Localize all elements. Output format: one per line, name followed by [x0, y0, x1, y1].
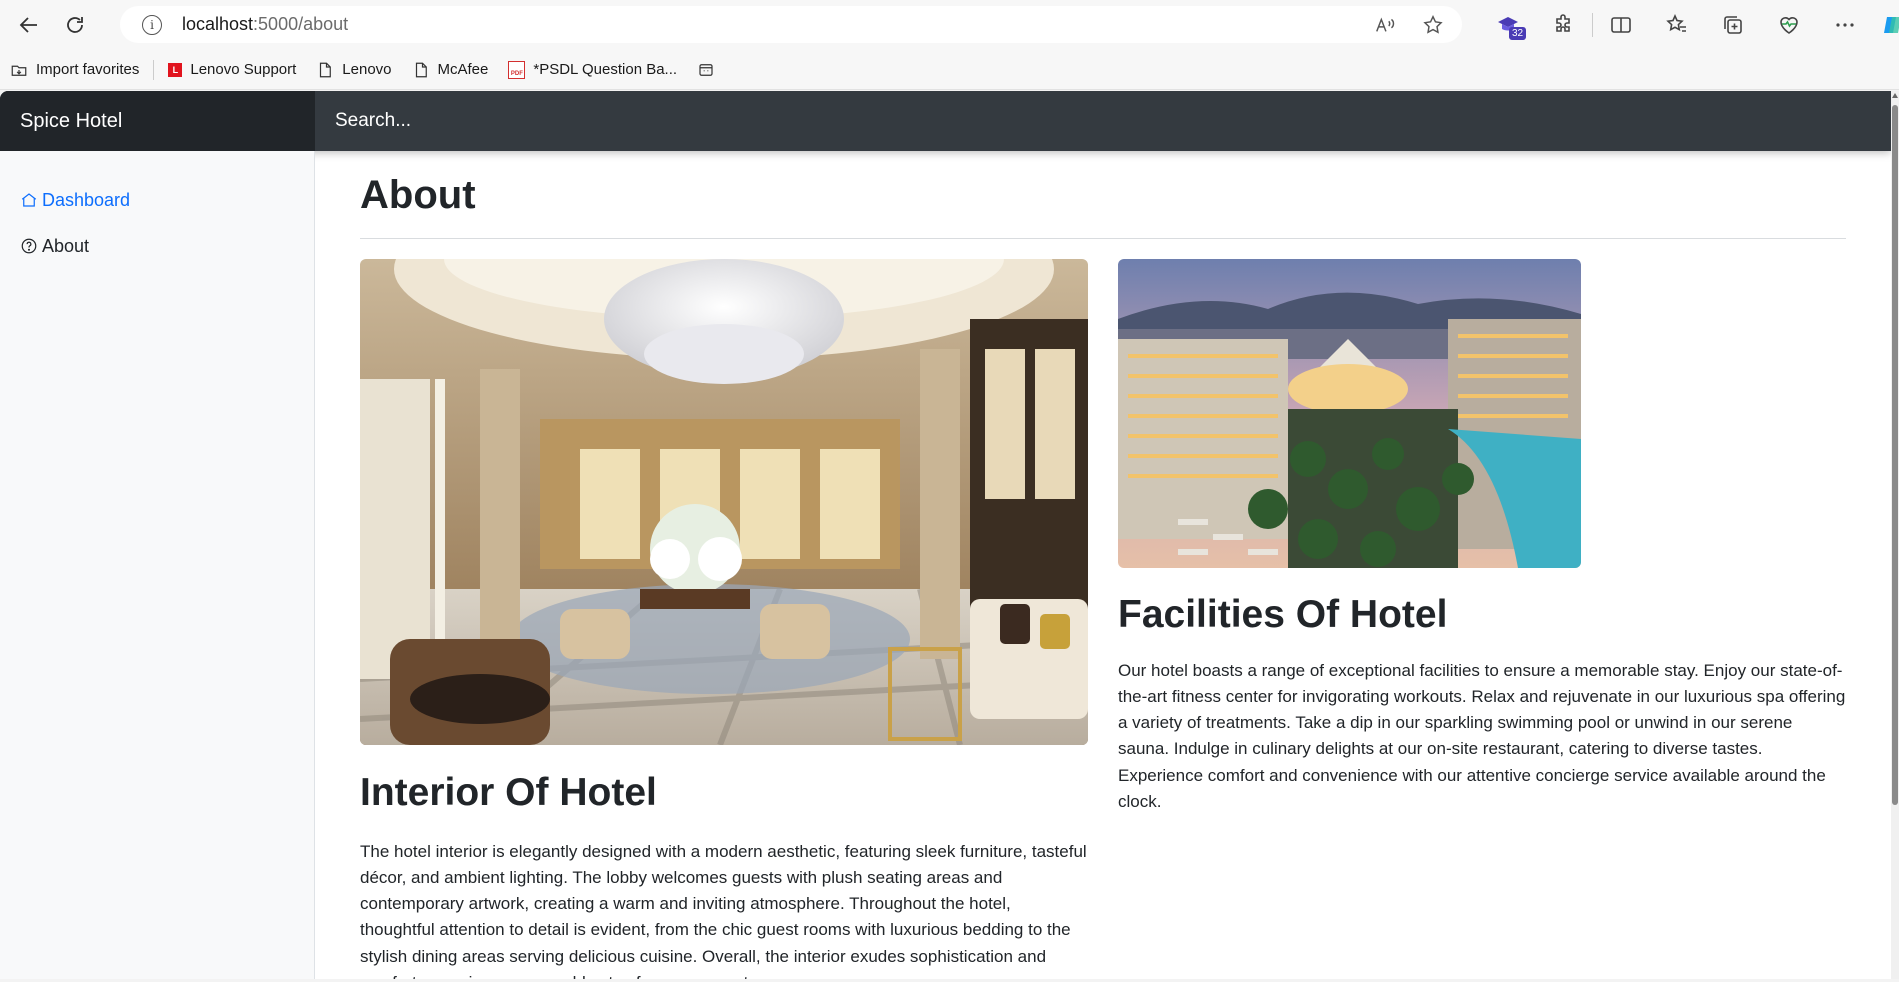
back-button[interactable] [9, 5, 49, 45]
site-info-icon[interactable]: i [142, 14, 162, 35]
search-input[interactable] [335, 110, 935, 132]
reload-button[interactable] [55, 5, 95, 45]
favorites-list-icon [1666, 14, 1686, 32]
bookmark-label: Lenovo Support [190, 61, 297, 78]
facilities-card: Facilities Of Hotel Our hotel boasts a r… [1118, 259, 1846, 815]
address-bar[interactable]: i localhost:5000/about [120, 6, 1462, 43]
bookmarks-bar: Import favorites L Lenovo Support Lenovo… [0, 50, 1899, 90]
collections-button[interactable] [1705, 0, 1761, 50]
copilot-icon [1884, 17, 1899, 33]
brand-link[interactable]: Spice Hotel [0, 91, 315, 151]
extension-button[interactable]: 32 [1480, 0, 1536, 50]
bookmark-lenovo[interactable]: Lenovo [316, 61, 392, 79]
search-area [315, 91, 1891, 151]
sidebar-item-label: Dashboard [42, 189, 131, 210]
scroll-up-icon[interactable] [1892, 93, 1898, 98]
read-aloud-icon[interactable] [1374, 14, 1396, 36]
bookmark-label: Lenovo [342, 61, 392, 78]
bookmark-label: *PSDL Question Ba... [533, 61, 678, 78]
bookmark-folder[interactable] [697, 61, 715, 79]
bookmark-lenovo-support[interactable]: L Lenovo Support [168, 61, 296, 78]
lenovo-icon: L [168, 62, 183, 77]
back-arrow-icon [19, 17, 37, 33]
app-navbar: Spice Hotel [0, 91, 1891, 151]
split-screen-button[interactable] [1593, 0, 1649, 50]
scroll-thumb[interactable] [1892, 105, 1898, 805]
interior-card: Interior Of Hotel The hotel interior is … [360, 259, 1088, 979]
favorite-star-icon[interactable] [1422, 14, 1444, 36]
facilities-heading: Facilities Of Hotel [1118, 593, 1448, 636]
collections-icon [1724, 16, 1742, 34]
page-scrollbar[interactable] [1891, 91, 1899, 979]
puzzle-icon [1556, 14, 1570, 32]
url-path: :5000/about [253, 14, 349, 34]
extensions-button[interactable] [1536, 0, 1592, 50]
bookmark-psdl[interactable]: PDF *PSDL Question Ba... [508, 60, 678, 79]
sidebar-item-about[interactable]: About [0, 223, 314, 269]
sidebar-item-label: About [42, 235, 90, 256]
pdf-icon: PDF [508, 60, 526, 79]
bookmark-mcafee[interactable]: McAfee [412, 61, 489, 79]
reload-icon [67, 17, 83, 33]
sidebar: Dashboard About [0, 151, 315, 979]
home-icon [21, 193, 37, 207]
import-icon [11, 65, 27, 76]
more-dots-icon [1836, 23, 1854, 27]
browser-essentials-button[interactable] [1761, 0, 1817, 50]
interior-text: The hotel interior is elegantly designed… [360, 841, 1087, 979]
bookmark-separator [153, 59, 155, 80]
main-content: About Interior Of Hotel The hotel interi… [360, 151, 1846, 979]
more-menu-button[interactable] [1817, 0, 1873, 50]
question-circle-icon [21, 238, 37, 254]
page-viewport: Spice Hotel Dashboard About About [0, 91, 1891, 979]
url-host: localhost [182, 14, 254, 34]
tab-group-icon [699, 63, 713, 76]
bookmark-import-favorites[interactable]: Import favorites [10, 61, 139, 79]
heart-pulse-icon [1780, 17, 1798, 34]
page-title: About [360, 173, 476, 217]
favorites-button[interactable] [1649, 0, 1705, 50]
browser-toolbar: i localhost:5000/about 32 [0, 0, 1899, 50]
interior-heading: Interior Of Hotel [360, 771, 657, 814]
bookmark-label: McAfee [437, 61, 489, 78]
page-icon [320, 62, 332, 77]
hotel-resort-photo [1118, 259, 1581, 568]
split-screen-icon [1611, 17, 1631, 33]
bookmark-label: Import favorites [36, 61, 140, 78]
hotel-lobby-photo [360, 259, 1088, 745]
page-icon [415, 62, 427, 77]
facilities-text: Our hotel boasts a range of exceptional … [1118, 660, 1846, 811]
title-divider [360, 238, 1846, 239]
extension-badge: 32 [1509, 27, 1527, 40]
sidebar-item-dashboard[interactable]: Dashboard [0, 177, 314, 223]
copilot-button[interactable] [1873, 0, 1899, 50]
